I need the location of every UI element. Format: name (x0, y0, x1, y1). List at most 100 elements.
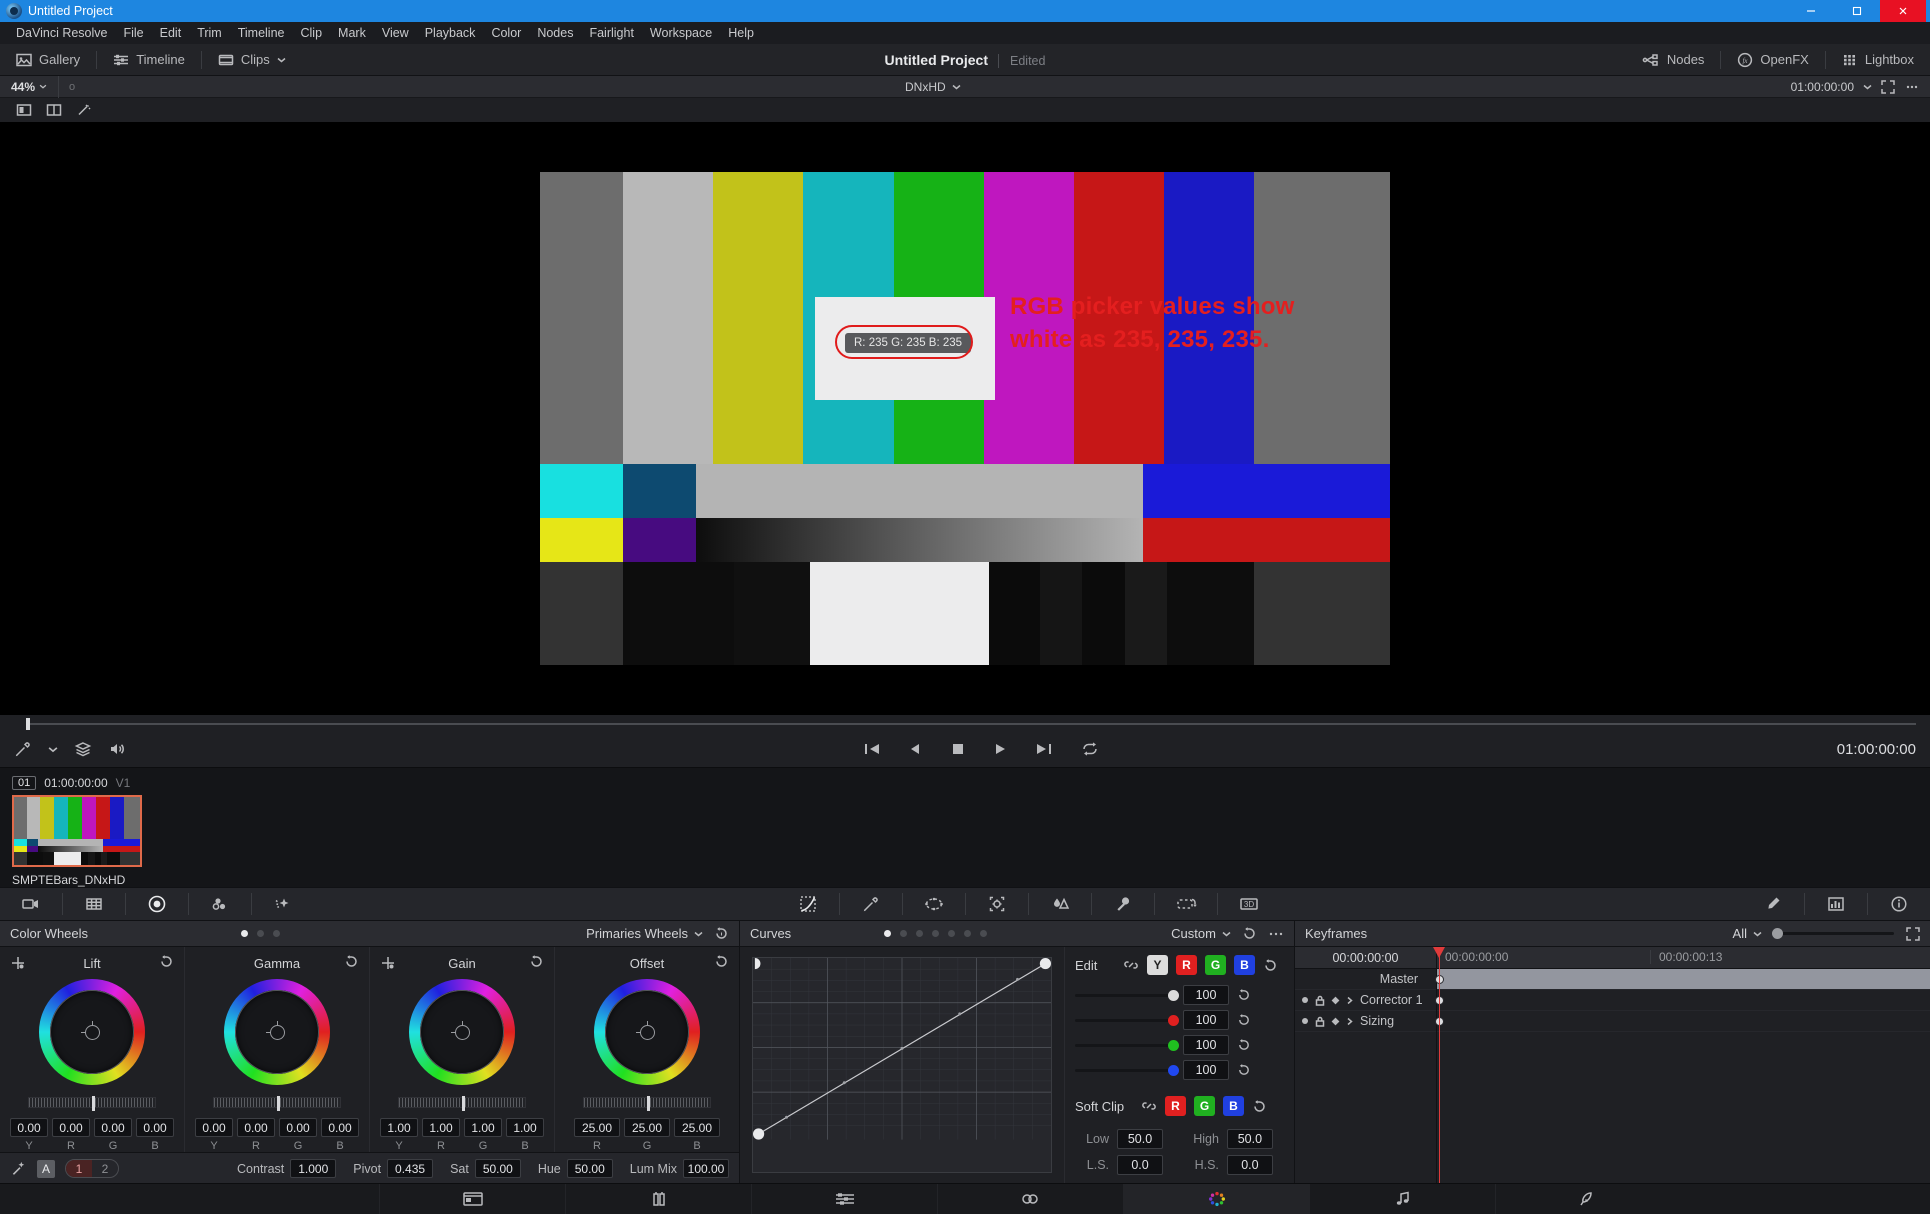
curve-slider-y[interactable] (1075, 989, 1179, 1001)
keyframe-diamond-icon[interactable] (1331, 1017, 1340, 1026)
soft-clip-b-button[interactable]: B (1223, 1096, 1244, 1116)
gamma-color-wheel[interactable] (224, 979, 330, 1085)
gain-g-field[interactable]: 1.00 (464, 1118, 502, 1137)
color-match-button[interactable] (63, 887, 125, 921)
lift-master-slider[interactable] (28, 1096, 156, 1111)
link-channels-icon[interactable] (1123, 957, 1139, 973)
menu-item-playback[interactable]: Playback (417, 22, 484, 44)
maximize-button[interactable] (1834, 0, 1880, 22)
curve-value-g[interactable]: 100 (1183, 1035, 1229, 1055)
channel-y-button[interactable]: Y (1147, 955, 1168, 975)
curve-line[interactable] (753, 958, 1051, 1140)
magic-wand-icon[interactable] (76, 103, 92, 117)
codec-selector[interactable]: DNxHD (75, 80, 1790, 94)
menu-item-workspace[interactable]: Workspace (642, 22, 720, 44)
keyframes-lane-sizing[interactable] (1435, 1011, 1930, 1032)
scopes-button[interactable] (1805, 887, 1867, 921)
gamma-reset-icon[interactable] (344, 954, 359, 969)
curves-more-options-icon[interactable] (1268, 927, 1284, 941)
lift-reset-icon[interactable] (159, 954, 174, 969)
page-media[interactable] (379, 1184, 565, 1214)
curves-dot-3[interactable] (915, 930, 923, 937)
color-groups-button[interactable] (189, 887, 251, 921)
menu-item-color[interactable]: Color (483, 22, 529, 44)
soft-clip-hs-field[interactable]: 0.0 (1226, 1155, 1273, 1175)
openfx-button[interactable]: fx OpenFX (1721, 44, 1824, 76)
page-dot-3[interactable] (273, 930, 281, 937)
visibility-dot-icon[interactable] (1301, 1017, 1309, 1025)
gain-r-field[interactable]: 1.00 (422, 1118, 460, 1137)
gain-color-wheel[interactable] (409, 979, 515, 1085)
step-back-button[interactable] (908, 741, 924, 757)
zoom-level-selector[interactable]: 44% (0, 80, 58, 94)
scrub-track[interactable] (26, 723, 1916, 725)
keyframes-expand-icon[interactable] (1906, 926, 1920, 941)
keyframes-row-corrector-1[interactable]: Corrector 1 (1295, 990, 1436, 1011)
page-2-button[interactable]: 2 (92, 1160, 118, 1177)
layers-icon[interactable] (74, 740, 92, 758)
channel-g-button[interactable]: G (1205, 955, 1226, 975)
offset-r-field[interactable]: 25.00 (574, 1118, 620, 1137)
color-wheels-page-dots[interactable] (241, 930, 281, 937)
fullscreen-icon[interactable] (1881, 79, 1895, 94)
keyframes-ruler[interactable]: 00:00:00:00 00:00:00:13 (1437, 947, 1930, 969)
window-button[interactable] (903, 887, 965, 921)
expand-arrow-icon[interactable] (1346, 1017, 1354, 1026)
lift-r-field[interactable]: 0.00 (52, 1118, 90, 1137)
contrast-field[interactable]: 1.000 (290, 1159, 337, 1178)
color-wheels-button[interactable] (126, 887, 188, 921)
curve-slider-b[interactable] (1075, 1064, 1179, 1076)
keyframes-lane-corrector-1[interactable] (1435, 990, 1930, 1011)
menu-item-view[interactable]: View (374, 22, 417, 44)
tracker-button[interactable] (966, 887, 1028, 921)
gamma-b-field[interactable]: 0.00 (321, 1118, 359, 1137)
menu-item-davinci-resolve[interactable]: DaVinci Resolve (8, 22, 115, 44)
menu-item-file[interactable]: File (115, 22, 151, 44)
minimize-button[interactable] (1788, 0, 1834, 22)
lift-crosshair-icon[interactable] (10, 955, 26, 971)
stereo-3d-button[interactable]: 3D (1218, 887, 1280, 921)
channel-b-button[interactable]: B (1234, 955, 1255, 975)
blur-button[interactable] (1029, 887, 1091, 921)
nodes-button[interactable]: Nodes (1626, 44, 1721, 76)
offset-reset-icon[interactable] (714, 954, 729, 969)
gain-b-field[interactable]: 1.00 (506, 1118, 544, 1137)
split-view-icon[interactable] (46, 103, 62, 117)
audio-icon[interactable] (108, 740, 126, 758)
gain-master-slider[interactable] (398, 1096, 526, 1111)
playhead-handle[interactable] (1433, 947, 1445, 958)
lock-icon[interactable] (1315, 1016, 1325, 1027)
menu-item-clip[interactable]: Clip (293, 22, 331, 44)
page-cut[interactable] (565, 1184, 751, 1214)
reset-all-icon[interactable] (714, 926, 729, 941)
gamma-r-field[interactable]: 0.00 (237, 1118, 275, 1137)
page-color[interactable] (1123, 1184, 1310, 1214)
soft-clip-ls-field[interactable]: 0.0 (1117, 1155, 1164, 1175)
soft-clip-r-button[interactable]: R (1165, 1096, 1186, 1116)
play-button[interactable] (992, 741, 1008, 757)
page-1-button[interactable]: 1 (66, 1160, 92, 1177)
curves-dot-4[interactable] (931, 930, 939, 937)
qualifier-button[interactable] (840, 887, 902, 921)
gamma-master-slider[interactable] (213, 1096, 341, 1111)
curve-graph[interactable] (752, 957, 1052, 1173)
curves-dot-5[interactable] (947, 930, 955, 937)
menu-item-trim[interactable]: Trim (189, 22, 230, 44)
lightbox-button[interactable]: Lightbox (1826, 44, 1930, 76)
keyframes-row-sizing[interactable]: Sizing (1295, 1011, 1436, 1032)
menu-item-edit[interactable]: Edit (152, 22, 190, 44)
viewer-mode-icon[interactable] (16, 103, 32, 117)
auto-balance-icon[interactable] (10, 1160, 27, 1177)
lock-icon[interactable] (1315, 995, 1325, 1006)
skip-to-end-button[interactable] (1034, 741, 1054, 757)
magic-mask-button[interactable] (252, 887, 314, 921)
eyedropper-icon[interactable] (14, 740, 32, 758)
loop-button[interactable] (1080, 741, 1100, 757)
menu-item-help[interactable]: Help (720, 22, 762, 44)
curve-y-reset-icon[interactable] (1237, 988, 1251, 1002)
skip-to-start-button[interactable] (862, 741, 882, 757)
gain-reset-icon[interactable] (529, 954, 544, 969)
primaries-wheels-selector[interactable]: Primaries Wheels (586, 926, 703, 941)
gamma-y-field[interactable]: 0.00 (195, 1118, 233, 1137)
soft-clip-reset-icon[interactable] (1252, 1099, 1267, 1114)
